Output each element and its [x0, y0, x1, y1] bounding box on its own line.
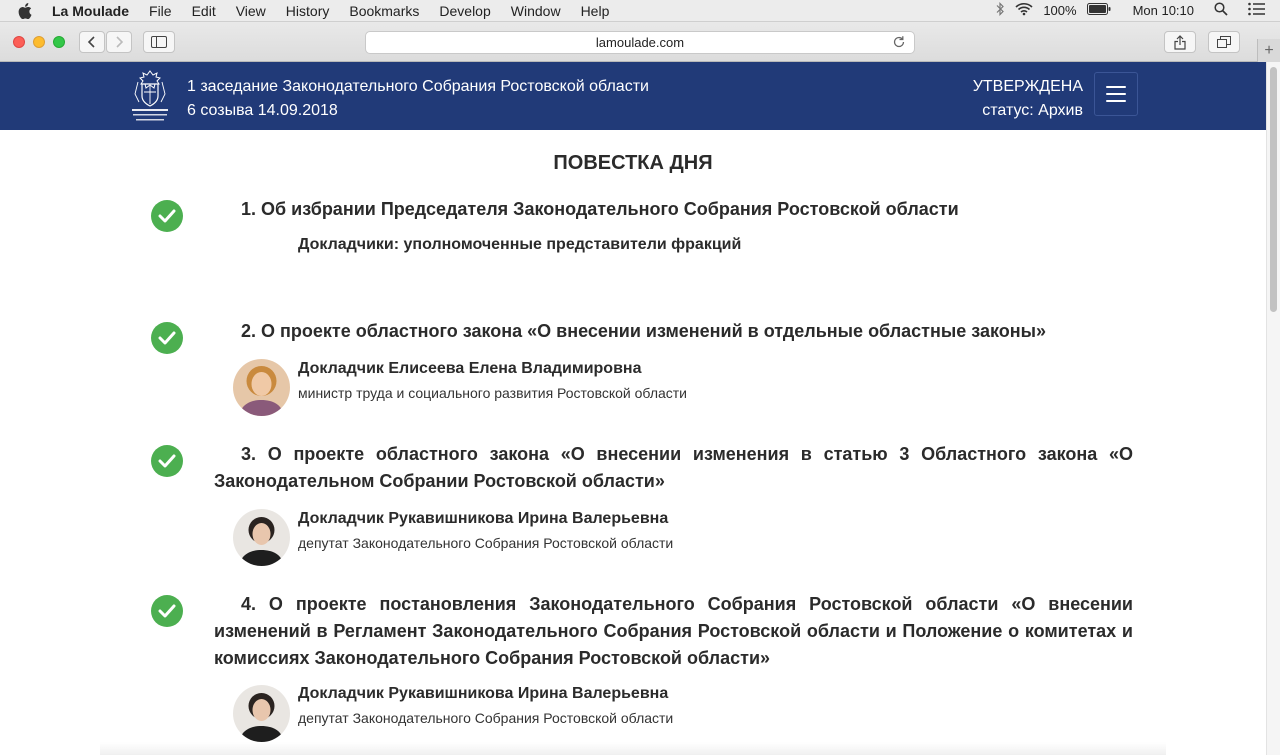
- hamburger-icon: [1106, 86, 1126, 88]
- reload-icon[interactable]: [892, 35, 906, 52]
- menu-history[interactable]: History: [286, 3, 330, 19]
- bluetooth-icon[interactable]: [995, 2, 1005, 19]
- tabs-icon: [1217, 36, 1231, 48]
- forward-button[interactable]: [106, 31, 132, 53]
- tabs-overview-button[interactable]: [1208, 31, 1240, 53]
- battery-icon[interactable]: [1086, 3, 1111, 18]
- agenda-item-1-title[interactable]: 1. Об избрании Председателя Законодатель…: [214, 196, 1133, 223]
- approved-check-icon: [151, 445, 183, 477]
- plus-icon: +: [1264, 41, 1274, 59]
- url-text: lamoulade.com: [595, 35, 685, 50]
- approved-check-icon: [151, 322, 183, 354]
- scrollbar-thumb[interactable]: [1270, 67, 1277, 312]
- menu-help[interactable]: Help: [581, 3, 610, 19]
- agenda-item-4-speaker: Докладчик Рукавишникова Ирина Валерьевна: [298, 683, 668, 705]
- menu-toggle-button[interactable]: [1094, 72, 1138, 116]
- agenda-item-1-speakers: Докладчики: уполномоченные представители…: [298, 236, 742, 253]
- agenda-item-2-speaker-role: министр труда и социального развития Рос…: [298, 385, 688, 401]
- agenda-content: ПОВЕСТКА ДНЯ 1. Об избрании Председателя…: [0, 130, 1266, 755]
- apple-icon[interactable]: [18, 2, 38, 19]
- sidebar-icon: [151, 36, 167, 48]
- chevron-left-icon: [87, 36, 95, 48]
- menu-bookmarks[interactable]: Bookmarks: [349, 3, 419, 19]
- speaker-avatar: [233, 359, 290, 416]
- clock[interactable]: Mon 10:10: [1133, 3, 1194, 18]
- minimize-window-button[interactable]: [33, 36, 45, 48]
- meeting-title-line2: 6 созыва 14.09.2018: [187, 102, 338, 119]
- coat-of-arms-logo[interactable]: [128, 68, 172, 124]
- agenda-item-4-speaker-role: депутат Законодательного Собрания Ростов…: [298, 710, 674, 726]
- status-value: статус: Архив: [982, 102, 1083, 119]
- agenda-item-3-speaker: Докладчик Рукавишникова Ирина Валерьевна: [298, 508, 668, 530]
- back-button[interactable]: [79, 31, 105, 53]
- speaker-name: Рукавишникова Ирина Валерьевна: [388, 510, 669, 527]
- menu-file[interactable]: File: [149, 3, 172, 19]
- menu-view[interactable]: View: [236, 3, 266, 19]
- share-icon: [1174, 34, 1186, 50]
- page-scrollbar[interactable]: [1266, 62, 1280, 755]
- menu-app-name[interactable]: La Moulade: [52, 3, 129, 19]
- battery-percent: 100%: [1043, 3, 1077, 18]
- speaker-name: Елисеева Елена Владимировна: [388, 360, 642, 377]
- content-bottom-shadow: [100, 742, 1166, 755]
- site-header: 1 заседание Законодательного Собрания Ро…: [0, 62, 1266, 130]
- sidebar-button[interactable]: [143, 31, 175, 53]
- agenda-item-3-title[interactable]: 3. О проекте областного закона «О внесен…: [214, 441, 1133, 495]
- speaker-name: Рукавишникова Ирина Валерьевна: [388, 685, 669, 702]
- menu-bar: La Moulade File Edit View History Bookma…: [0, 0, 1280, 22]
- zoom-window-button[interactable]: [53, 36, 65, 48]
- speaker-prefix: Докладчик: [298, 685, 384, 702]
- browser-toolbar: lamoulade.com: [0, 22, 1280, 62]
- close-window-button[interactable]: [13, 36, 25, 48]
- menu-edit[interactable]: Edit: [192, 3, 216, 19]
- meeting-title-line1: 1 заседание Законодательного Собрания Ро…: [187, 78, 649, 95]
- approved-check-icon: [151, 200, 183, 232]
- chevron-right-icon: [116, 36, 124, 48]
- speaker-avatar: [233, 685, 290, 742]
- new-tab-button[interactable]: +: [1257, 39, 1280, 62]
- menu-window[interactable]: Window: [511, 3, 561, 19]
- speaker-avatar: [233, 509, 290, 566]
- menu-develop[interactable]: Develop: [439, 3, 490, 19]
- speaker-prefix: Докладчик: [298, 360, 384, 377]
- agenda-item-3-speaker-role: депутат Законодательного Собрания Ростов…: [298, 535, 674, 551]
- address-bar[interactable]: lamoulade.com: [365, 31, 915, 54]
- meeting-title: 1 заседание Законодательного Собрания Ро…: [187, 75, 649, 123]
- approved-check-icon: [151, 595, 183, 627]
- agenda-item-4-title[interactable]: 4. О проекте постановления Законодательн…: [214, 591, 1133, 672]
- speaker-prefix: Докладчик: [298, 510, 384, 527]
- share-button[interactable]: [1164, 31, 1196, 53]
- meeting-status: УТВЕРЖДЕНА статус: Архив: [973, 75, 1083, 123]
- spotlight-icon[interactable]: [1214, 2, 1228, 19]
- notification-center-icon[interactable]: [1248, 2, 1266, 19]
- agenda-title: ПОВЕСТКА ДНЯ: [553, 152, 713, 174]
- status-label: УТВЕРЖДЕНА: [972, 78, 1083, 95]
- wifi-icon[interactable]: [1015, 2, 1033, 19]
- agenda-item-2-speaker: Докладчик Елисеева Елена Владимировна: [298, 358, 641, 380]
- agenda-item-2-title[interactable]: 2. О проекте областного закона «О внесен…: [214, 318, 1133, 345]
